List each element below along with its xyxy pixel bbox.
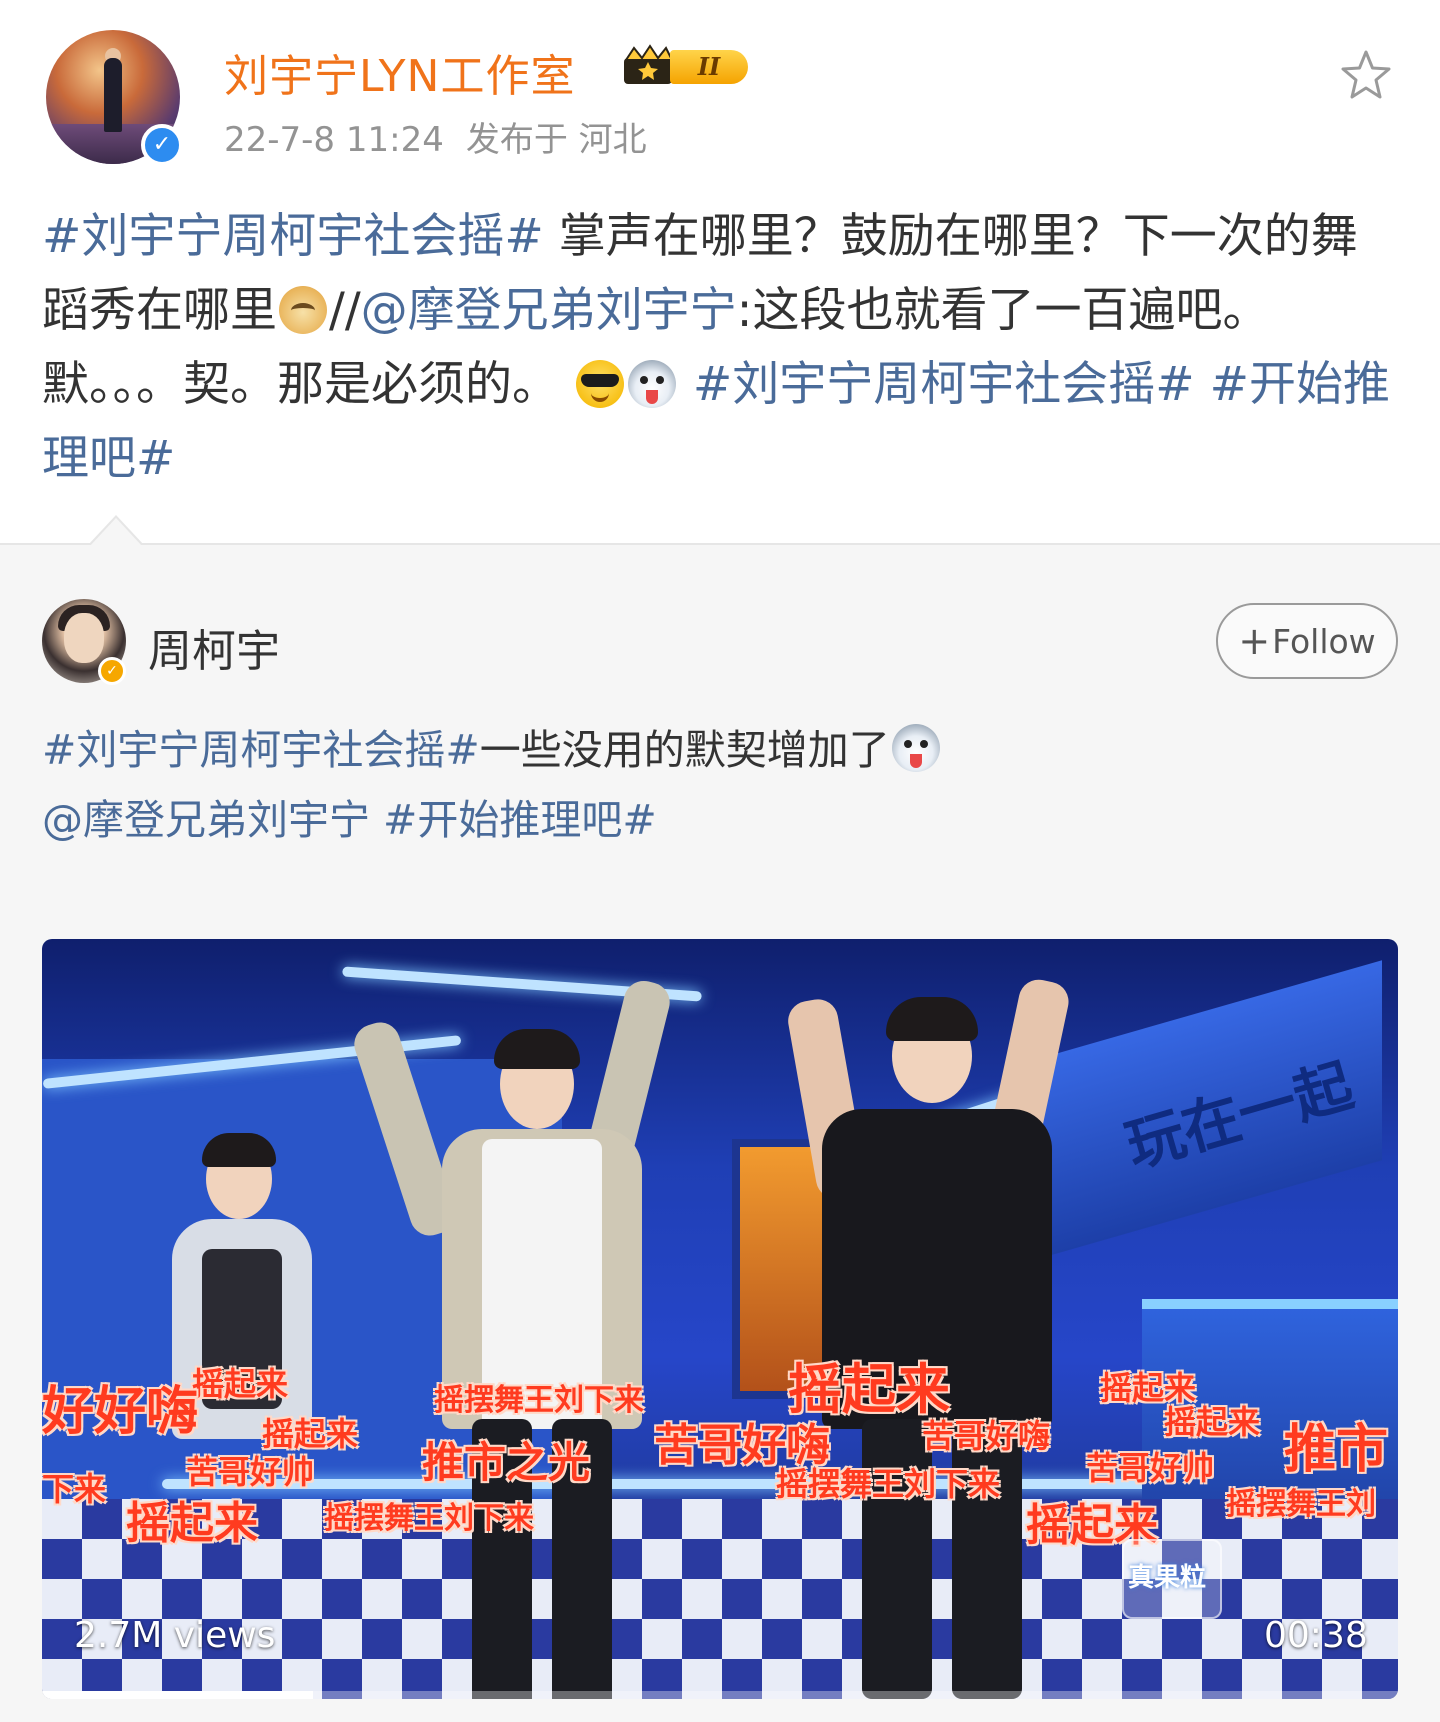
- original-post: ✓ 刘宇宁LYN工作室 II 22-7-8 11:24 发布于 河北 #刘宇宁周柯…: [0, 0, 1440, 543]
- mention-link[interactable]: @摩登兄弟刘宇宁: [361, 283, 737, 338]
- video-view-count: 2.7M views: [74, 1615, 276, 1656]
- avatar-figure: [104, 58, 122, 132]
- hashtag-link[interactable]: #刘宇宁周柯宇社会摇#: [42, 726, 480, 774]
- post-timestamp: 22-7-8 11:24: [224, 120, 444, 160]
- video-progress-bar[interactable]: [42, 1691, 1398, 1699]
- repost-text-segment: 一些没用的默契增加了: [479, 726, 890, 774]
- doge-emoji-icon: [279, 286, 327, 334]
- hashtag-link[interactable]: #刘宇宁周柯宇社会摇#: [678, 357, 1195, 412]
- avatar-face: [64, 613, 104, 663]
- verified-blue-icon: ✓: [141, 124, 183, 166]
- video-progress-fill: [42, 1691, 314, 1699]
- danmaku-comment: 摇摆舞王刘下来: [776, 1465, 1001, 1503]
- hashtag-link[interactable]: #开始推理吧#: [383, 796, 657, 844]
- follow-button[interactable]: + Follow: [1216, 603, 1398, 679]
- plus-icon: +: [1238, 619, 1271, 663]
- follow-label: Follow: [1272, 621, 1376, 661]
- danmaku-comment: 摇起来: [126, 1498, 258, 1549]
- video-duration: 00:38: [1264, 1615, 1368, 1656]
- post-text-segment: //: [329, 283, 361, 338]
- husky-emoji-icon: [891, 724, 940, 772]
- danmaku-comment: 摇摆舞王刘下来: [324, 1501, 534, 1536]
- danmaku-comment: 苦哥好帅: [1086, 1449, 1215, 1487]
- member-level: II: [670, 50, 748, 84]
- sunglasses-emoji-icon: [575, 360, 624, 408]
- member-crown-badge[interactable]: II: [620, 42, 756, 88]
- danmaku-comment: 推市之光: [422, 1438, 591, 1487]
- video-channel-logo-text: 真果粒: [1128, 1563, 1207, 1593]
- mention-link[interactable]: @摩登兄弟刘宇宁: [42, 796, 370, 844]
- danmaku-comment: 摇摆舞王刘: [1226, 1487, 1376, 1522]
- post-text: #刘宇宁周柯宇社会摇# 掌声在哪里？鼓励在哪里？下一次的舞蹈秀在哪里//@摩登兄…: [42, 200, 1402, 496]
- post-source: 发布于 河北: [465, 120, 647, 160]
- danmaku-comment: 推市: [1284, 1420, 1389, 1480]
- hashtag-link[interactable]: #刘宇宁周柯宇社会摇#: [42, 209, 544, 264]
- star-outline-icon[interactable]: [1338, 48, 1394, 104]
- author-name[interactable]: 刘宇宁LYN工作室: [224, 40, 575, 104]
- danmaku-comment: 好好嗨: [42, 1382, 199, 1442]
- danmaku-comment: 摇起来: [1164, 1403, 1261, 1441]
- danmaku-comment: 苦哥好嗨: [922, 1417, 1051, 1455]
- repost-author-name[interactable]: 周柯宇: [148, 615, 280, 679]
- danmaku-comment: 摇摆舞王刘下来: [434, 1383, 644, 1418]
- danmaku-comment: 摇起来: [192, 1365, 289, 1403]
- husky-emoji-icon: [627, 360, 676, 408]
- video-player[interactable]: 玩在一起 摇起来 摇起来 好好嗨 苦哥好帅 下来 摇起来 摇摆舞王刘下来 推市之…: [42, 939, 1398, 1699]
- post-meta: 22-7-8 11:24 发布于 河北: [224, 112, 647, 161]
- repost-pointer: [88, 515, 144, 546]
- danmaku-comment: 下来: [42, 1470, 107, 1508]
- repost-text: #刘宇宁周柯宇社会摇#一些没用的默契增加了 @摩登兄弟刘宇宁 #开始推理吧#: [42, 715, 1402, 855]
- verified-gold-icon: ✓: [98, 657, 126, 685]
- reposted-content[interactable]: ✓ 周柯宇 + Follow #刘宇宁周柯宇社会摇#一些没用的默契增加了 @摩登兄弟…: [0, 515, 1440, 1722]
